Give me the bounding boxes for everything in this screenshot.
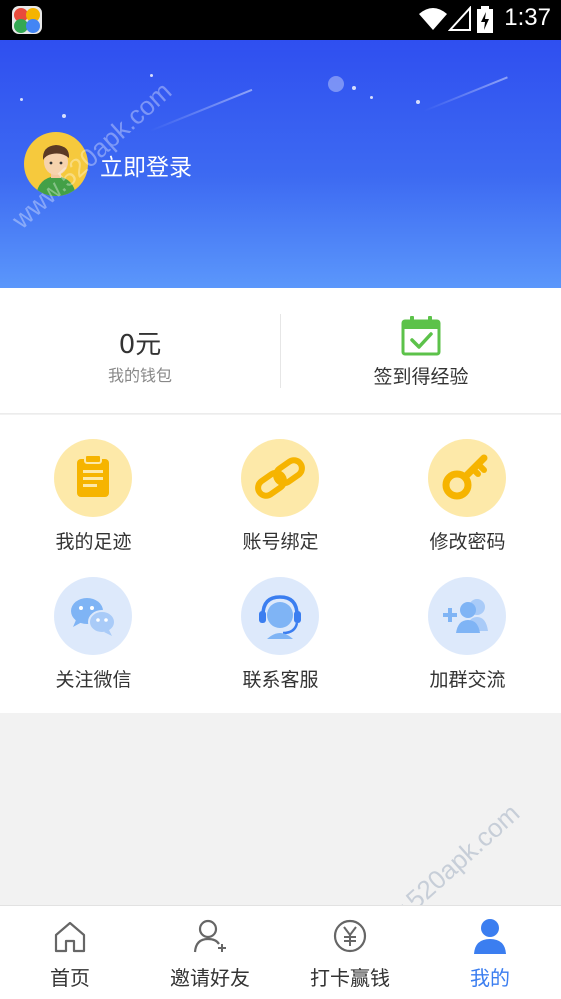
link-icon <box>255 457 305 499</box>
nav-invite-label: 邀请好友 <box>170 966 250 990</box>
nav-checkin-label: 打卡赢钱 <box>310 966 390 990</box>
account-binding-label: 账号绑定 <box>242 531 319 553</box>
wallet-label: 我的钱包 <box>107 366 172 385</box>
nav-profile[interactable]: 我的 <box>420 906 560 999</box>
wallet-panel: 0元 我的钱包 签到得经验 <box>0 288 561 414</box>
key-icon <box>442 454 488 500</box>
footprint-label: 我的足迹 <box>55 531 132 553</box>
checkin-button[interactable]: 签到得经验 <box>281 288 561 414</box>
nav-checkin[interactable]: 打卡赢钱 <box>280 906 420 999</box>
change-password-label: 修改密码 <box>429 531 506 553</box>
nav-invite[interactable]: 邀请好友 <box>140 906 280 999</box>
change-password-item[interactable]: 修改密码 <box>374 415 561 555</box>
app-icon <box>12 6 42 34</box>
account-binding-item[interactable]: 账号绑定 <box>187 415 374 555</box>
calendar-check-icon <box>401 316 441 356</box>
join-group-label: 加群交流 <box>429 669 506 691</box>
join-group-item[interactable]: 加群交流 <box>374 553 561 693</box>
follow-wechat-item[interactable]: 关注微信 <box>0 553 187 693</box>
customer-service-label: 联系客服 <box>242 669 319 691</box>
nav-home[interactable]: 首页 <box>0 906 140 999</box>
nav-home-label: 首页 <box>50 966 90 990</box>
clipboard-icon <box>77 454 109 497</box>
profile-icon <box>474 919 506 954</box>
profile-header: 立即登录 www.520apk.com <box>0 40 561 288</box>
customer-service-item[interactable]: 联系客服 <box>187 553 374 693</box>
battery-charging-icon <box>477 6 493 33</box>
clock: 1:37 <box>504 4 551 31</box>
nav-profile-label: 我的 <box>470 966 510 990</box>
yen-coin-icon <box>333 919 367 953</box>
feature-grid: 我的足迹 账号绑定 修改密码 关注微信 联系客服 加群交流 <box>0 415 561 713</box>
headset-icon <box>259 595 301 639</box>
status-bar: 1:37 <box>0 0 561 40</box>
checkin-label: 签到得经验 <box>373 366 469 388</box>
wechat-icon <box>71 598 116 636</box>
bottom-nav: 首页 邀请好友 打卡赢钱 我的 <box>0 905 561 999</box>
invite-user-icon <box>193 919 226 953</box>
signal-icon <box>448 6 471 31</box>
wifi-icon <box>419 8 447 30</box>
wallet-button[interactable]: 0元 我的钱包 <box>0 288 280 414</box>
footprint-item[interactable]: 我的足迹 <box>0 415 187 555</box>
add-group-icon <box>443 599 488 633</box>
home-icon <box>54 921 86 953</box>
wallet-balance: 0元 <box>118 330 162 360</box>
follow-wechat-label: 关注微信 <box>55 669 132 691</box>
